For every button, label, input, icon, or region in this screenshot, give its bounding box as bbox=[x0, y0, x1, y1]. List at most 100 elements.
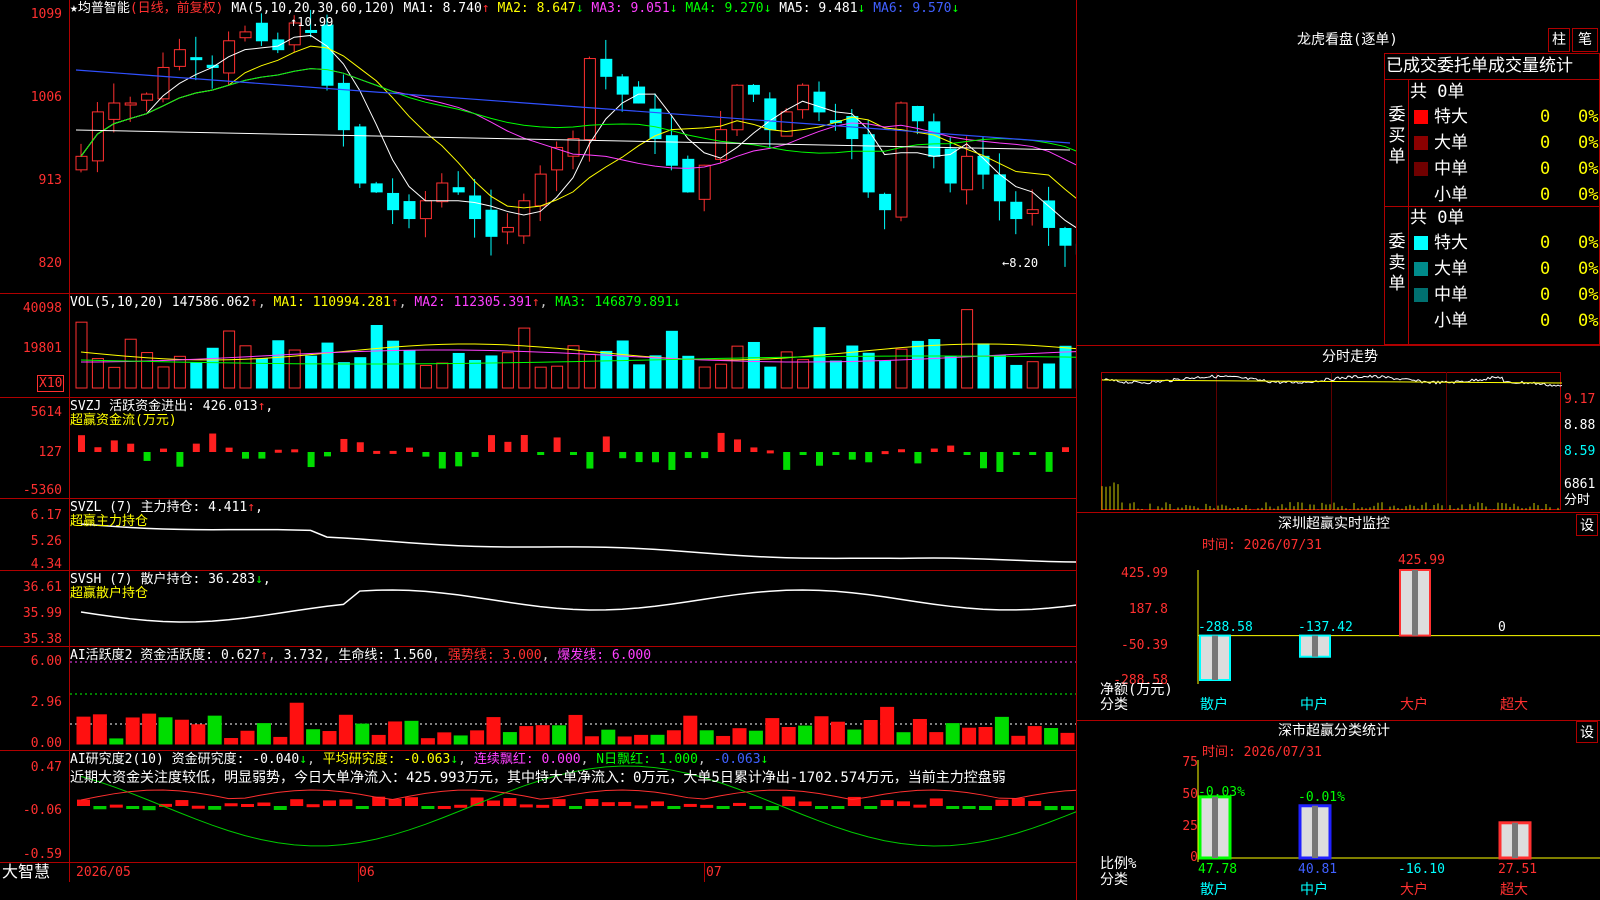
kline-axis-label: 1099 bbox=[30, 7, 62, 22]
ma4-value: MA4: 9.270 bbox=[685, 1, 764, 16]
fundflow-bar bbox=[865, 452, 873, 463]
bar-mode-button[interactable]: 柱 bbox=[1548, 28, 1570, 52]
ai1-header: AI活跃度2 资金活跃度: 0.627↑, 3.732, 生命线: 1.560,… bbox=[70, 648, 652, 663]
panel-border bbox=[1076, 720, 1600, 721]
category-label: 散户 bbox=[1200, 697, 1228, 713]
period-label[interactable]: (日线，前复权) bbox=[130, 1, 224, 16]
activity-bar bbox=[716, 735, 731, 745]
fundflow-bar bbox=[717, 432, 725, 452]
activity-bar bbox=[158, 717, 173, 745]
tick-mode-button[interactable]: 笔 bbox=[1572, 28, 1598, 52]
research-bar bbox=[257, 802, 271, 806]
research-bar bbox=[93, 806, 107, 810]
volume-bar bbox=[124, 338, 137, 389]
volume-bar bbox=[370, 324, 383, 389]
fundflow-bar bbox=[160, 448, 167, 452]
ratio-change: -0.03% bbox=[1198, 785, 1245, 800]
candle-body bbox=[91, 111, 104, 162]
candle-body bbox=[108, 102, 121, 120]
activity-bar bbox=[978, 726, 993, 745]
date-tick bbox=[704, 862, 705, 882]
ratio-bar bbox=[1298, 804, 1332, 860]
fundflow-bar bbox=[832, 452, 840, 455]
svsh-sub: 超赢散户持仓 bbox=[70, 586, 149, 601]
fundflow-bar bbox=[766, 450, 774, 454]
ma5-arrow: ↓ bbox=[857, 1, 866, 16]
research-bar bbox=[290, 799, 304, 806]
volume-bar bbox=[813, 327, 826, 389]
ai2-v4: N日飘红: 1.000 bbox=[596, 752, 698, 767]
vol-unit-button[interactable]: X10 bbox=[37, 375, 65, 392]
activity-bar bbox=[519, 726, 534, 745]
activity-bar bbox=[371, 734, 386, 745]
monitor-time: 时间: 2026/07/31 bbox=[1202, 538, 1322, 553]
ai1-v3: 生命线: 1.560 bbox=[338, 648, 433, 663]
low-price-value: 8.20 bbox=[1009, 256, 1039, 270]
volume-bar bbox=[977, 343, 990, 389]
monitor-settings-button[interactable]: 设 bbox=[1576, 514, 1598, 536]
candle-body bbox=[862, 134, 875, 193]
activity-bar bbox=[781, 726, 796, 745]
candle-body bbox=[124, 102, 137, 106]
ratio-bar bbox=[1198, 795, 1232, 860]
brand-logo[interactable]: 大智慧 bbox=[2, 863, 50, 881]
category-label: 散户 bbox=[1200, 882, 1228, 898]
activity-bar bbox=[863, 720, 878, 745]
research-bar bbox=[1011, 798, 1025, 806]
activity-bar bbox=[847, 729, 862, 745]
kline-axis-label: 820 bbox=[38, 256, 62, 271]
research-bar bbox=[897, 801, 910, 806]
research-bar bbox=[733, 802, 746, 806]
volume-bar bbox=[321, 342, 334, 389]
candle-body bbox=[75, 155, 88, 171]
research-bar bbox=[929, 798, 943, 806]
classify-unit: 比例% bbox=[1100, 856, 1137, 872]
volume-bar bbox=[879, 360, 892, 389]
fundflow-bar bbox=[799, 452, 807, 455]
svsh-label: SVSH (7) 散户持仓: 36.283 bbox=[70, 572, 256, 587]
research-bar bbox=[585, 799, 599, 806]
kline-axis-label: 913 bbox=[38, 173, 62, 188]
classify-settings-button[interactable]: 设 bbox=[1576, 721, 1598, 743]
lhb-cell-v: 0 bbox=[1540, 133, 1551, 153]
candle-body bbox=[747, 84, 760, 95]
lhb-cell-name: 中单 bbox=[1434, 285, 1468, 305]
research-bar bbox=[487, 800, 500, 806]
research-bar bbox=[946, 806, 960, 809]
research-bar bbox=[765, 806, 779, 811]
fundflow-bar bbox=[406, 447, 413, 452]
activity-bar bbox=[224, 738, 239, 745]
svzl-sub: 超赢主力持仓 bbox=[70, 514, 149, 529]
fundflow-bar bbox=[1062, 447, 1069, 452]
fundflow-bar bbox=[783, 452, 791, 470]
volume-bar bbox=[829, 360, 842, 389]
volume-bar bbox=[1010, 364, 1023, 389]
activity-bar bbox=[338, 714, 353, 745]
candle-body bbox=[1059, 228, 1072, 246]
ai2-note: 近期大资金关注度较低，明显弱势，今日大单净流入：425.993万元，其中特大单净… bbox=[70, 770, 1006, 786]
fenshi-vol-unit: 分时 bbox=[1564, 493, 1591, 508]
activity-bar bbox=[1044, 728, 1059, 745]
activity-bar bbox=[798, 725, 813, 745]
legend-swatch bbox=[1414, 236, 1428, 250]
activity-bar bbox=[584, 736, 599, 745]
lhb-cell-v: 0 bbox=[1540, 185, 1551, 205]
volume-bar bbox=[600, 350, 613, 389]
svzj-axis-label: -5360 bbox=[22, 483, 62, 498]
ma4-arrow: ↓ bbox=[763, 1, 772, 16]
volume-bar bbox=[993, 355, 1006, 389]
fenshi-title[interactable]: 分时走势 bbox=[1322, 350, 1378, 365]
activity-bar bbox=[1011, 735, 1026, 745]
ma6-value: MA6: 9.570 bbox=[873, 1, 952, 16]
candle-body bbox=[567, 138, 580, 157]
candle-body bbox=[485, 209, 498, 237]
activity-bar bbox=[502, 732, 517, 745]
research-bar bbox=[569, 806, 582, 809]
lhb-cell-p: 0% bbox=[1578, 133, 1599, 153]
candle-body bbox=[633, 86, 646, 104]
candle-body bbox=[928, 121, 941, 157]
vol-header: VOL(5,10,20) 147586.062↑, MA1: 110994.28… bbox=[70, 295, 681, 310]
fundflow-bar bbox=[291, 449, 299, 453]
fenshi-vol-label: 6861 bbox=[1564, 477, 1596, 492]
fundflow-bar bbox=[1029, 452, 1037, 455]
